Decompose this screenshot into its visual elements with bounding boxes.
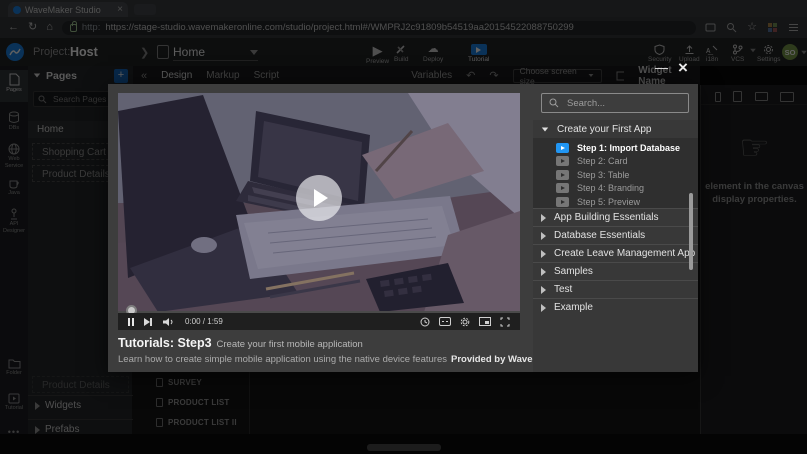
section-example[interactable]: Example bbox=[533, 298, 698, 316]
chevron-right-icon bbox=[541, 304, 546, 312]
captions-icon[interactable] bbox=[439, 317, 451, 326]
step-table[interactable]: Step 3: Table bbox=[533, 168, 698, 182]
video-step-icon bbox=[556, 197, 569, 207]
tutorial-modal: 0:00 / 1:59 Tutorials: Step3 Create your … bbox=[108, 84, 698, 372]
miniplayer-icon[interactable] bbox=[479, 317, 491, 326]
step-label: Step 3: Table bbox=[577, 170, 629, 180]
video-step-icon bbox=[556, 183, 569, 193]
volume-button[interactable] bbox=[162, 317, 175, 327]
screen: WaveMaker Studio × ← ↻ ⌂ http: https://s… bbox=[0, 0, 807, 454]
video-step-icon bbox=[556, 170, 569, 180]
video-description-text: Learn how to create simple mobile applic… bbox=[118, 354, 447, 365]
tutorial-list-scrollbar-thumb[interactable] bbox=[689, 193, 693, 270]
tutorial-search-input[interactable] bbox=[565, 97, 675, 110]
pause-button[interactable] bbox=[128, 318, 134, 326]
step-preview[interactable]: Step 5: Preview bbox=[533, 195, 698, 209]
search-icon bbox=[549, 98, 559, 108]
step-label: Step 5: Preview bbox=[577, 197, 640, 207]
step-label: Step 1: Import Database bbox=[577, 143, 680, 153]
section-test[interactable]: Test bbox=[533, 280, 698, 298]
modal-close-button[interactable]: × bbox=[678, 58, 688, 78]
video-title-text: Tutorials: Step3 bbox=[118, 336, 212, 350]
chevron-right-icon bbox=[541, 286, 546, 294]
video-step-icon bbox=[556, 143, 569, 153]
section-app-building-essentials[interactable]: App Building Essentials bbox=[533, 208, 698, 226]
step-import-database[interactable]: Step 1: Import Database bbox=[533, 141, 698, 155]
video-time: 0:00 / 1:59 bbox=[185, 317, 223, 326]
section-label: Test bbox=[554, 284, 572, 295]
section-label: Create your First App bbox=[557, 124, 651, 135]
chevron-right-icon bbox=[541, 232, 546, 240]
tutorial-search-box[interactable] bbox=[541, 93, 689, 113]
section-label: Database Essentials bbox=[554, 230, 645, 241]
section-label: App Building Essentials bbox=[554, 212, 659, 223]
chevron-right-icon bbox=[541, 268, 546, 276]
video-description: Learn how to create simple mobile applic… bbox=[118, 354, 560, 365]
video-subtitle: Create your first mobile application bbox=[217, 339, 363, 350]
step-label: Step 4: Branding bbox=[577, 183, 644, 193]
step-branding[interactable]: Step 4: Branding bbox=[533, 182, 698, 196]
settings-gear-icon[interactable] bbox=[460, 317, 470, 327]
section-samples[interactable]: Samples bbox=[533, 262, 698, 280]
video-step-icon bbox=[556, 156, 569, 166]
fullscreen-icon[interactable] bbox=[500, 317, 510, 327]
section-label: Create Leave Management App bbox=[554, 248, 695, 259]
chevron-right-icon bbox=[541, 214, 546, 222]
video-title: Tutorials: Step3 Create your first mobile… bbox=[118, 336, 363, 350]
modal-minimize-button[interactable]: — bbox=[655, 60, 668, 75]
video-control-bar: 0:00 / 1:59 bbox=[118, 313, 520, 330]
video-player: 0:00 / 1:59 bbox=[118, 93, 520, 330]
section-database-essentials[interactable]: Database Essentials bbox=[533, 226, 698, 244]
tutorial-list: Create your First App Step 1: Import Dat… bbox=[533, 120, 698, 372]
section-create-your-first-app[interactable]: Create your First App bbox=[533, 120, 698, 138]
video-right-controls bbox=[420, 317, 510, 327]
clock-icon[interactable] bbox=[420, 317, 430, 327]
play-button[interactable] bbox=[296, 175, 342, 221]
next-button[interactable] bbox=[144, 318, 152, 326]
step-card[interactable]: Step 2: Card bbox=[533, 155, 698, 169]
step-label: Step 2: Card bbox=[577, 156, 628, 166]
chevron-down-icon bbox=[542, 127, 548, 131]
section-label: Example bbox=[554, 302, 593, 313]
tutorial-steps: Step 1: Import Database Step 2: Card Ste… bbox=[533, 138, 698, 208]
section-label: Samples bbox=[554, 266, 593, 277]
chevron-right-icon bbox=[541, 250, 546, 258]
section-create-leave-management-app[interactable]: Create Leave Management App bbox=[533, 244, 698, 262]
play-icon bbox=[314, 189, 328, 207]
